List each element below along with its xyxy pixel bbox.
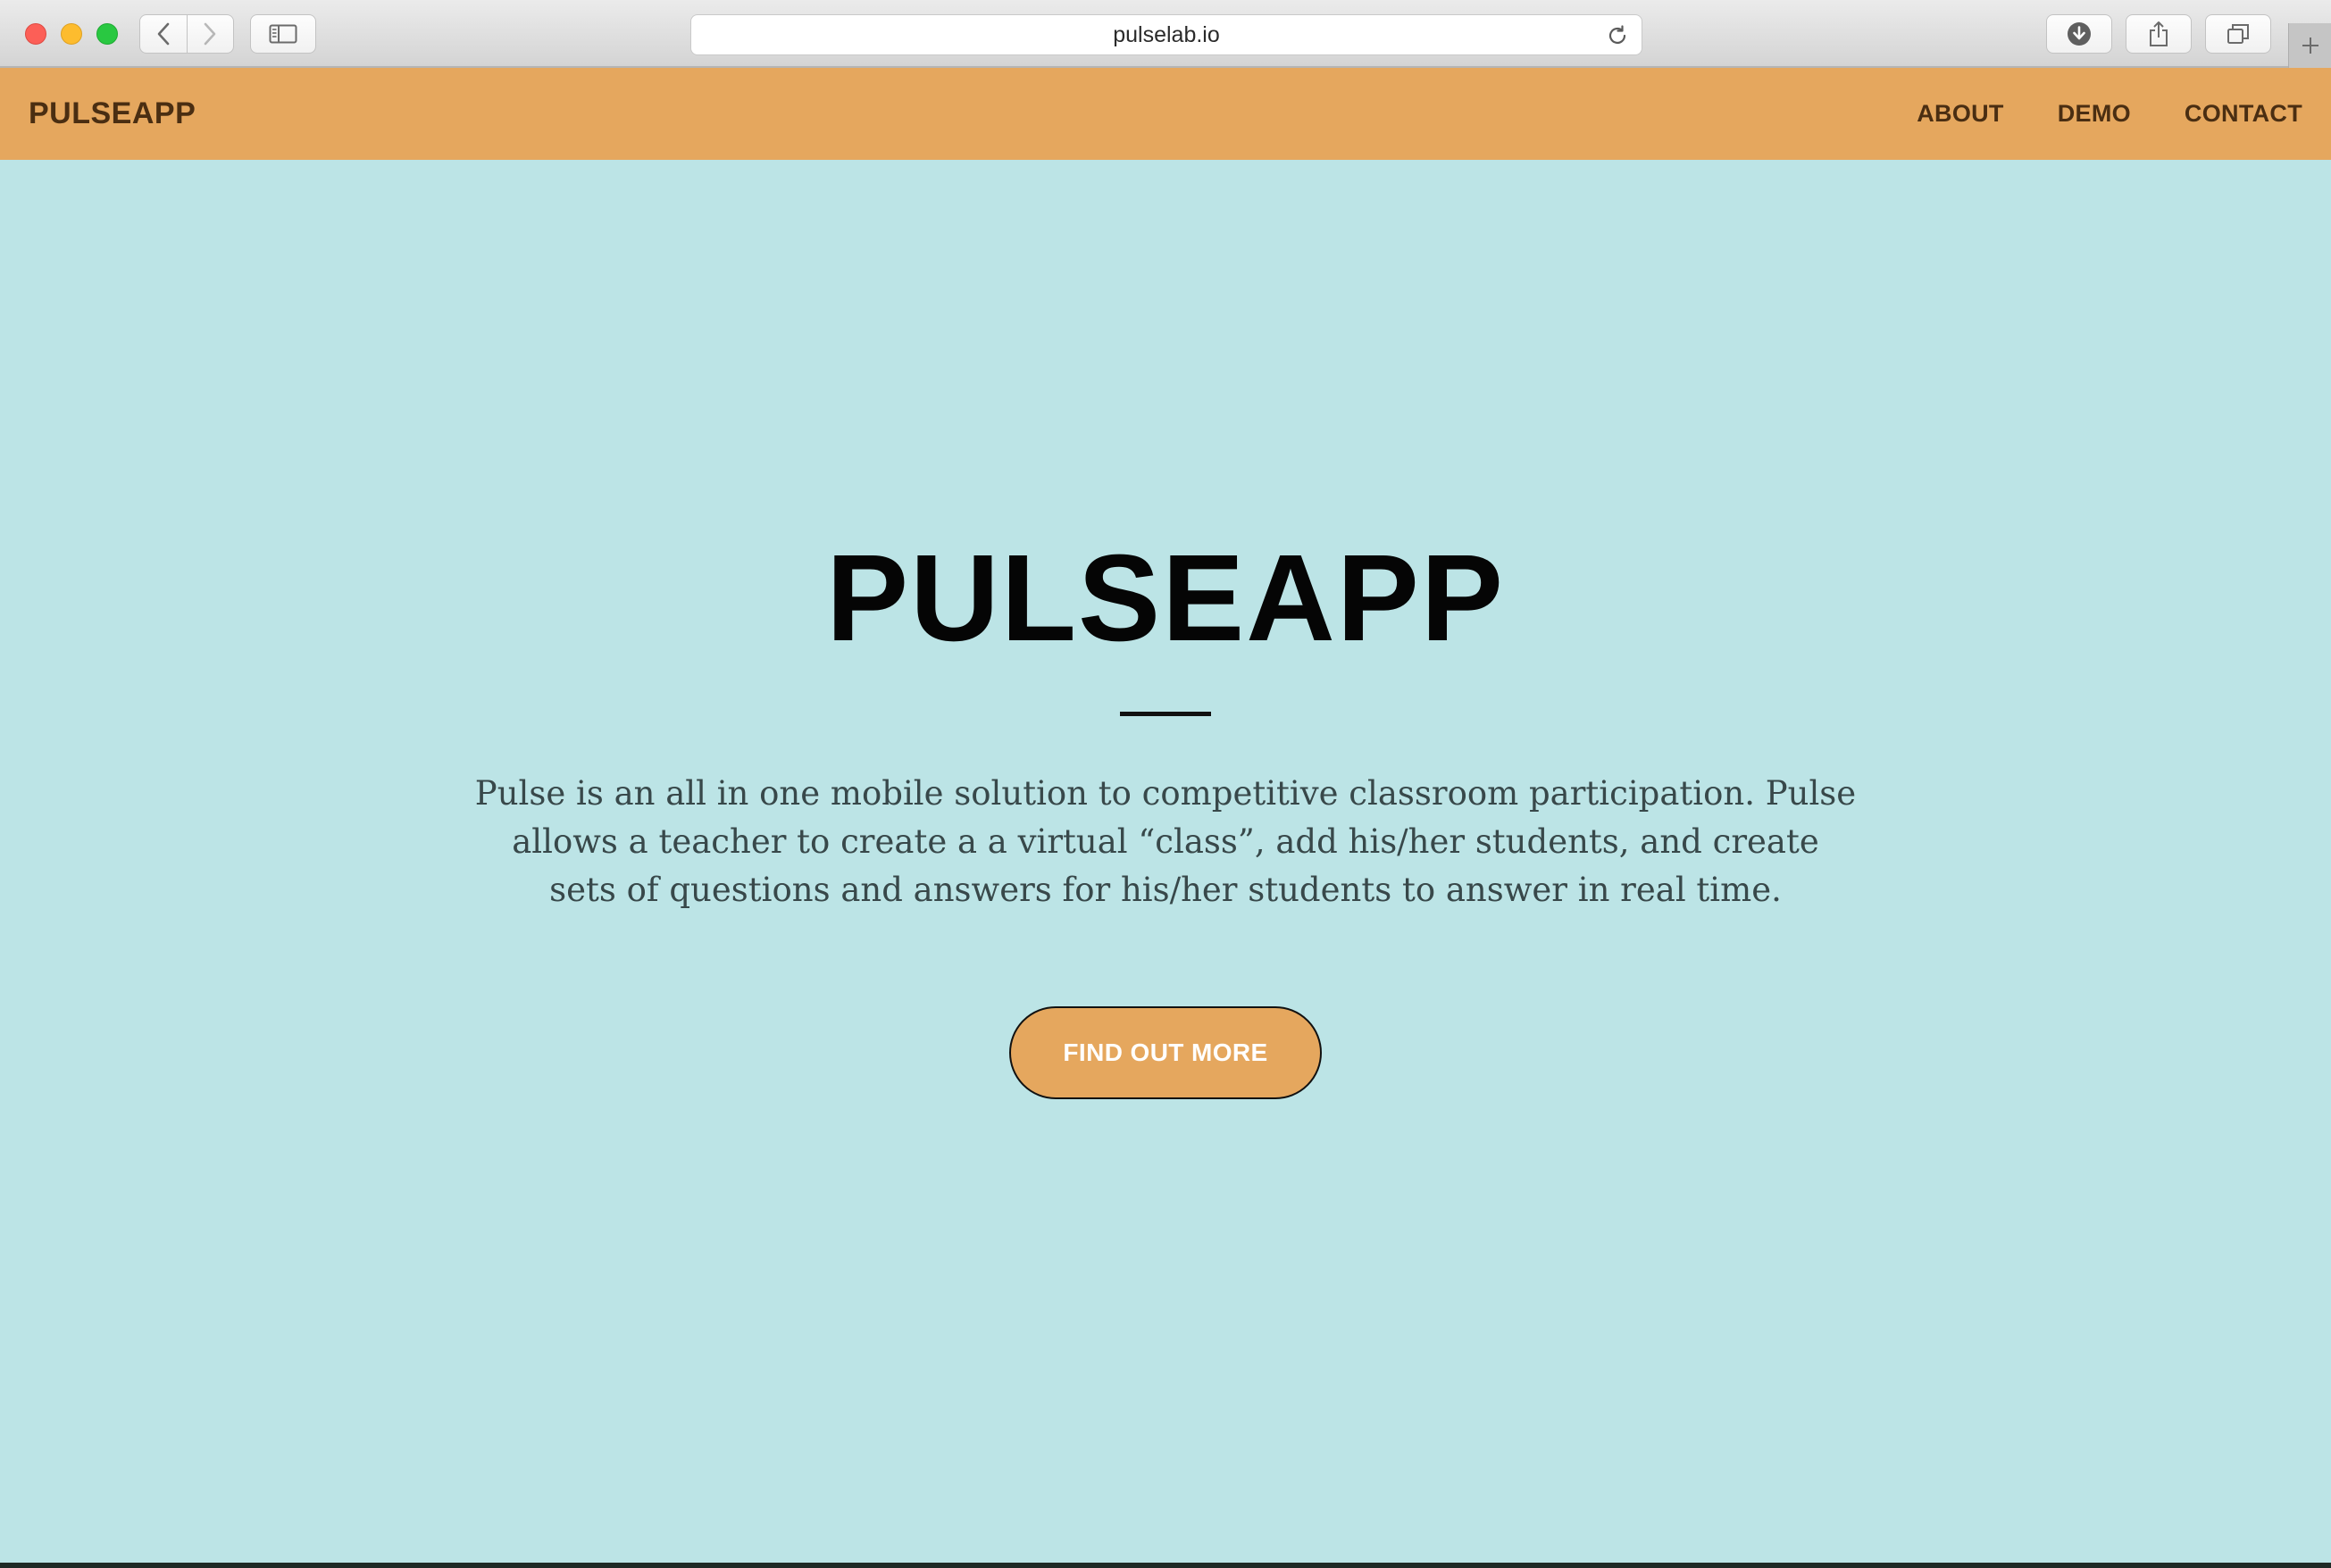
- tab-overview-button[interactable]: [2205, 14, 2271, 54]
- site-navbar: PULSEAPP ABOUT DEMO CONTACT: [0, 68, 2331, 160]
- close-window-button[interactable]: [25, 23, 46, 45]
- forward-button[interactable]: [188, 15, 234, 53]
- back-button[interactable]: [140, 15, 187, 53]
- hero-divider: [1120, 712, 1211, 716]
- downloads-button[interactable]: [2046, 14, 2112, 54]
- reload-icon: [1608, 25, 1626, 44]
- history-navigation: [139, 14, 234, 54]
- reload-button[interactable]: [1606, 24, 1629, 47]
- sidebar-icon: [269, 24, 297, 44]
- nav-link-demo[interactable]: DEMO: [2058, 100, 2131, 128]
- find-out-more-button[interactable]: FIND OUT MORE: [1009, 1006, 1322, 1099]
- brand-link[interactable]: PULSEAPP: [29, 68, 196, 160]
- chevron-left-icon: [157, 22, 170, 46]
- nav-link-about[interactable]: ABOUT: [1917, 100, 2004, 128]
- nav-menu: ABOUT DEMO CONTACT: [1917, 68, 2302, 160]
- sidebar-toggle-button[interactable]: [250, 14, 316, 54]
- download-icon: [2068, 22, 2091, 46]
- hero-description: Pulse is an all in one mobile solution t…: [474, 774, 1857, 909]
- share-icon: [2150, 21, 2168, 46]
- hero-title: PULSEAPP: [826, 530, 1505, 667]
- maximize-window-button[interactable]: [96, 23, 118, 45]
- minimize-window-button[interactable]: [61, 23, 82, 45]
- chevron-right-icon: [204, 22, 216, 46]
- nav-link-contact[interactable]: CONTACT: [2185, 100, 2302, 128]
- url-text: pulselab.io: [1113, 22, 1220, 47]
- share-button[interactable]: [2126, 14, 2192, 54]
- plus-icon: [2302, 38, 2318, 54]
- address-bar[interactable]: pulselab.io: [690, 14, 1642, 55]
- new-tab-button[interactable]: [2288, 23, 2331, 68]
- tabs-overview-icon: [2227, 24, 2249, 44]
- browser-toolbar: pulselab.io: [0, 0, 2331, 68]
- browser-window: pulselab.io PULSEAPP ABOUT DEMO CONTACT …: [0, 0, 2331, 1563]
